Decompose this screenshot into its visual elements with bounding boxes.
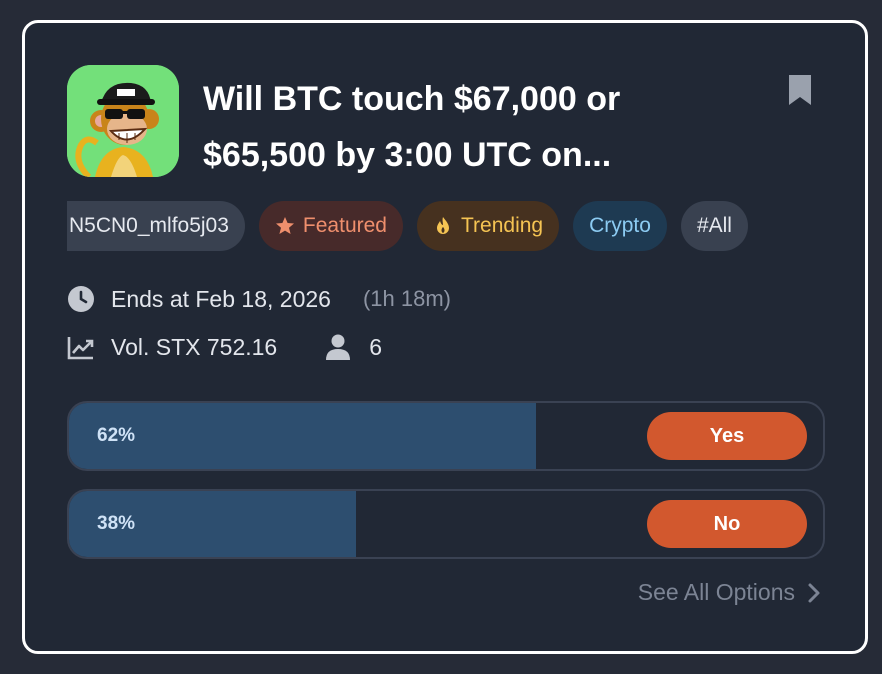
bookmark-icon[interactable] xyxy=(787,73,813,107)
clock-icon xyxy=(67,285,95,313)
market-title-line-2: $65,500 by 3:00 UTC on... xyxy=(203,136,612,174)
volume-text: Vol. STX 752.16 xyxy=(111,333,278,360)
chevron-right-icon xyxy=(807,582,821,604)
option-yes[interactable]: 62% Yes xyxy=(67,401,825,471)
tag-trending[interactable]: Trending xyxy=(416,201,560,251)
tag-crypto-label: Crypto xyxy=(589,214,651,237)
tag-market-code[interactable]: N5CN0_mlfo5j03 xyxy=(67,201,245,251)
tag-list: N5CN0_mlfo5j03 Featured Trending Crypto … xyxy=(67,201,748,251)
end-date-text: Ends at Feb 18, 2026 xyxy=(111,285,331,312)
option-no[interactable]: 38% No xyxy=(67,489,825,559)
yes-button[interactable]: Yes xyxy=(647,412,807,460)
option-yes-percent: 62% xyxy=(97,425,136,446)
option-yes-progress xyxy=(69,403,537,469)
market-avatar-image xyxy=(67,65,179,177)
trend-chart-icon xyxy=(67,333,95,361)
market-card[interactable]: Will BTC touch $67,000 or $65,500 by 3:0… xyxy=(22,20,868,654)
tag-featured[interactable]: Featured xyxy=(258,201,403,251)
user-icon xyxy=(325,333,351,361)
market-title-line-1: Will BTC touch $67,000 or xyxy=(203,80,621,118)
see-all-options-link[interactable]: See All Options xyxy=(638,579,821,606)
star-icon xyxy=(275,216,295,236)
tag-crypto[interactable]: Crypto xyxy=(573,201,667,251)
tag-market-code-label: N5CN0_mlfo5j03 xyxy=(69,214,229,237)
see-all-options-label: See All Options xyxy=(637,579,795,605)
tag-featured-label: Featured xyxy=(302,214,387,237)
tag-trending-label: Trending xyxy=(460,214,544,237)
volume-row: Vol. STX 752.16 6 xyxy=(67,333,382,361)
tag-all[interactable]: #All xyxy=(680,201,748,251)
time-remaining-text: (1h 18m) xyxy=(362,286,451,311)
flame-icon xyxy=(433,216,453,236)
participants-value: 6 xyxy=(369,333,383,360)
tag-all-label: #All xyxy=(696,214,732,237)
option-no-percent: 38% xyxy=(97,513,136,534)
market-title[interactable]: Will BTC touch $67,000 or $65,500 by 3:0… xyxy=(203,71,743,183)
no-button[interactable]: No xyxy=(647,500,807,548)
participants-count: 6 xyxy=(325,333,382,361)
end-time-row: Ends at Feb 18, 2026 (1h 18m) xyxy=(67,285,451,313)
